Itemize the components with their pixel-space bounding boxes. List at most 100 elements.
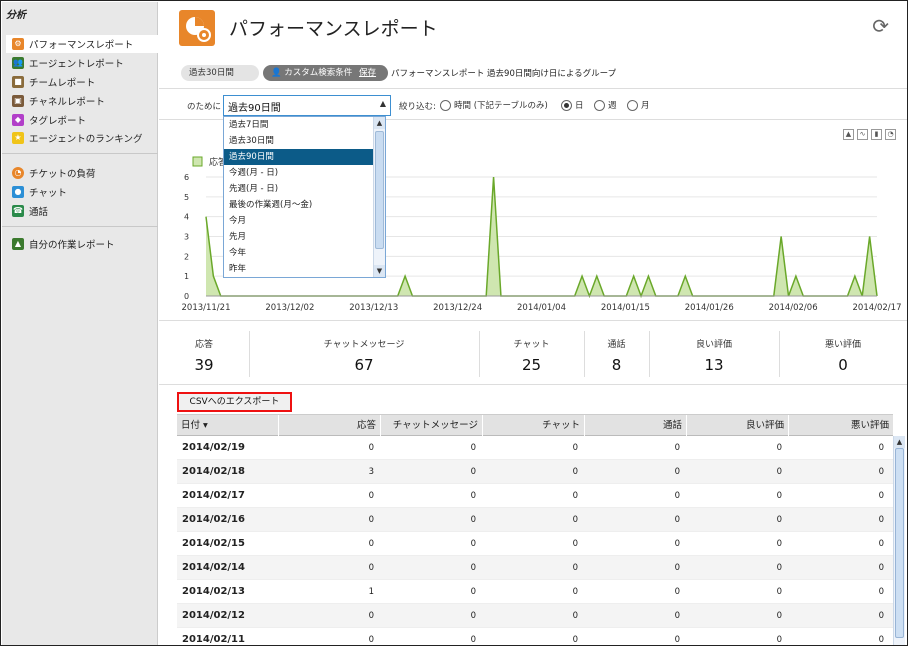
tag-icon: ◆ [12, 114, 24, 126]
column-header-date[interactable]: 日付 ▾ [177, 415, 279, 436]
dropdown-option[interactable]: 先月 [224, 229, 385, 245]
scrollbar-thumb[interactable] [375, 131, 384, 249]
line-chart-icon[interactable]: ∿ [857, 129, 868, 140]
dropdown-option[interactable]: 最後の作業週(月～金) [224, 197, 385, 213]
csv-export-button[interactable]: CSVへのエクスポート [177, 392, 292, 412]
refresh-icon[interactable]: ⟳ [872, 14, 889, 38]
radio-label: 週 [608, 101, 617, 111]
chat-icon: ● [12, 186, 24, 198]
app-window: 分析 ⚙ パフォーマンスレポート 👥 エージェントレポート ■ チームレポート … [0, 0, 908, 646]
table-row[interactable]: 2014/02/12 0 0 0 0 0 0 [177, 604, 893, 628]
radio-day[interactable]: 日 [561, 99, 584, 111]
value-cell: 0 [368, 563, 374, 573]
sidebar-item-label: チャット [29, 188, 67, 199]
column-header-calls[interactable]: 通話 [585, 415, 687, 436]
value-cell: 0 [878, 635, 884, 645]
value-cell: 0 [368, 491, 374, 501]
sidebar-item-ticket-load[interactable]: ◔ チケットの負荷 [6, 164, 158, 182]
x-tick-label: 2014/01/04 [517, 303, 566, 313]
value-cell: 0 [572, 491, 578, 501]
radio-label: 月 [641, 101, 650, 111]
dropdown-option[interactable]: 先週(月 - 日) [224, 181, 385, 197]
sidebar-divider [2, 226, 158, 227]
period-select[interactable]: 過去90日間 ▲ [223, 95, 391, 116]
dropdown-scrollbar[interactable]: ▲ ▼ [373, 117, 385, 277]
radio-circle [627, 99, 638, 111]
sidebar-item-label: 通話 [29, 207, 49, 218]
date-cell: 2014/02/13 [182, 586, 245, 597]
value-cell: 0 [878, 587, 884, 597]
bar-chart-icon[interactable]: ▮ [871, 129, 882, 140]
scroll-up-icon[interactable]: ▲ [374, 117, 385, 129]
custom-filter-pill[interactable]: 👤 カスタム検索条件 保存 [263, 65, 388, 81]
area-chart-icon[interactable]: ▲ [843, 129, 854, 140]
value-cell: 3 [368, 467, 374, 477]
value-cell: 0 [674, 587, 680, 597]
value-cell: 0 [470, 587, 476, 597]
column-header-responses[interactable]: 応答 [279, 415, 381, 436]
date-cell: 2014/02/15 [182, 538, 245, 549]
summary-label: チャットメッセージ [323, 340, 405, 350]
y-tick-label: 4 [184, 213, 189, 222]
dropdown-option[interactable]: 今月 [224, 213, 385, 229]
sidebar-item-channel-report[interactable]: ▣ チャネルレポート [6, 92, 158, 110]
my-report-icon: ▲ [12, 238, 24, 250]
column-header-good-ratings[interactable]: 良い評価 [687, 415, 789, 436]
dropdown-option[interactable]: 今週(月 - 日) [224, 165, 385, 181]
sidebar-item-team-report[interactable]: ■ チームレポート [6, 73, 158, 91]
value-cell: 0 [878, 515, 884, 525]
table-row[interactable]: 2014/02/16 0 0 0 0 0 0 [177, 508, 893, 532]
radio-label: 日 [575, 101, 584, 111]
table-row[interactable]: 2014/02/11 0 0 0 0 0 0 [177, 628, 893, 645]
save-link[interactable]: 保存 [359, 68, 376, 78]
value-cell: 0 [470, 515, 476, 525]
column-header-chats[interactable]: チャット [483, 415, 585, 436]
value-cell: 0 [572, 563, 578, 573]
table-scrollbar[interactable]: ▲ [893, 436, 905, 645]
column-header-chat-messages[interactable]: チャットメッセージ [381, 415, 483, 436]
table-row[interactable]: 2014/02/17 0 0 0 0 0 0 [177, 484, 893, 508]
sidebar-item-tag-report[interactable]: ◆ タグレポート [6, 111, 158, 129]
main-content: パフォーマンスレポート ⟳ 過去30日間 👤 カスタム検索条件 保存 パフォーマ… [159, 2, 907, 645]
sidebar-item-performance-report[interactable]: ⚙ パフォーマンスレポート [6, 35, 158, 53]
performance-icon: ⚙ [12, 38, 24, 50]
phone-icon: ☎ [12, 205, 24, 217]
sidebar-item-phone[interactable]: ☎ 通話 [6, 202, 158, 220]
scroll-down-icon[interactable]: ▼ [374, 265, 385, 277]
sidebar-item-agent-report[interactable]: 👥 エージェントレポート [6, 54, 158, 72]
summary-value: 25 [521, 356, 542, 374]
radio-month[interactable]: 月 [627, 99, 650, 111]
table-row[interactable]: 2014/02/13 1 0 0 0 0 0 [177, 580, 893, 604]
table-row[interactable]: 2014/02/18 3 0 0 0 0 0 [177, 460, 893, 484]
radio-week[interactable]: 週 [594, 99, 617, 111]
table-row[interactable]: 2014/02/14 0 0 0 0 0 0 [177, 556, 893, 580]
summary-chats: チャット 25 [479, 331, 584, 381]
dropdown-option[interactable]: 今年 [224, 245, 385, 261]
scrollbar-thumb[interactable] [895, 448, 904, 638]
date-cell: 2014/02/16 [182, 514, 245, 525]
dropdown-option[interactable]: 過去90日間 [224, 149, 385, 165]
dropdown-option[interactable]: 過去7日間 [224, 117, 385, 133]
table-row[interactable]: 2014/02/19 0 0 0 0 0 0 [177, 436, 893, 460]
radio-circle [594, 99, 605, 111]
divider [159, 384, 907, 385]
narrow-label: 絞り込む: [399, 102, 436, 112]
dropdown-option[interactable]: 昨年 [224, 261, 385, 277]
value-cell: 0 [776, 635, 782, 645]
value-cell: 0 [776, 515, 782, 525]
pie-chart-icon[interactable]: ◔ [885, 129, 896, 140]
summary-label: 良い評価 [695, 340, 732, 350]
table-row[interactable]: 2014/02/15 0 0 0 0 0 0 [177, 532, 893, 556]
dropdown-option[interactable]: 過去30日間 [224, 133, 385, 149]
radio-hour[interactable]: 時間 (下記テーブルのみ) [440, 99, 548, 111]
value-cell: 0 [572, 467, 578, 477]
period-filter-pill[interactable]: 過去30日間 [181, 65, 259, 81]
column-header-bad-ratings[interactable]: 悪い評価 [789, 415, 893, 436]
value-cell: 0 [776, 443, 782, 453]
sidebar-item-my-report[interactable]: ▲ 自分の作業レポート [6, 235, 158, 253]
sidebar-item-label: エージェントレポート [29, 59, 124, 70]
scroll-up-icon[interactable]: ▲ [894, 436, 905, 448]
sidebar-item-chat[interactable]: ● チャット [6, 183, 158, 201]
sidebar-item-agent-ranking[interactable]: ★ エージェントのランキング [6, 129, 158, 147]
value-cell: 0 [674, 635, 680, 645]
